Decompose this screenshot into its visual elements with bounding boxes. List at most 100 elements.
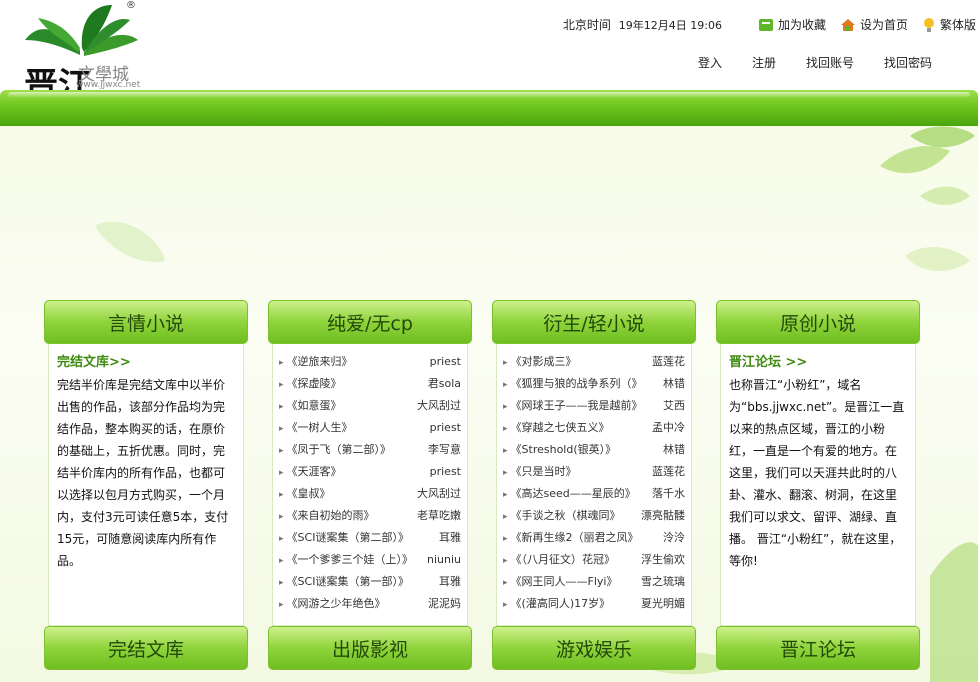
bookmark-icon bbox=[758, 18, 773, 31]
book-title[interactable]: 《狐狸与狼的战争系列（》 bbox=[503, 375, 643, 391]
book-title[interactable]: 《网球王子——我是越前》 bbox=[503, 397, 643, 413]
book-list-item[interactable]: 《新再生缘2（丽君之凤》 泠泠 bbox=[503, 526, 691, 548]
column-header[interactable]: 衍生/轻小说 bbox=[492, 300, 696, 344]
traditional-link[interactable]: 繁体版 bbox=[922, 16, 976, 33]
book-list-item[interactable]: 《一树人生》 priest bbox=[279, 416, 467, 438]
book-author[interactable]: 孟中冷 bbox=[652, 419, 685, 435]
logo-url: www.jjwxc.net bbox=[76, 80, 141, 90]
book-list-item[interactable]: 《探虚陵》 君sola bbox=[279, 372, 467, 394]
book-title[interactable]: 《SCI谜案集（第二部）》 bbox=[279, 529, 409, 545]
book-author[interactable]: 林错 bbox=[663, 375, 685, 391]
book-author[interactable]: niuniu bbox=[427, 553, 461, 566]
book-list-item[interactable]: 《SCI谜案集（第二部）》 耳雅 bbox=[279, 526, 467, 548]
book-list-item[interactable]: 《逆旅来归》 priest bbox=[279, 350, 467, 372]
book-title[interactable]: 《皇叔》 bbox=[279, 485, 331, 501]
recover-password-link[interactable]: 找回密码 bbox=[884, 54, 932, 71]
book-title[interactable]: 《只是当时》 bbox=[503, 463, 577, 479]
section-link[interactable]: 完结文库>> bbox=[57, 352, 235, 374]
book-title[interactable]: 《手谈之秋（棋魂同》 bbox=[503, 507, 621, 523]
book-title[interactable]: 《天涯客》 bbox=[279, 463, 342, 479]
set-home-link[interactable]: 设为首页 bbox=[840, 16, 908, 33]
register-link[interactable]: 注册 bbox=[752, 54, 776, 71]
column-body: 完结文库>> 完结半价库是完结文库中以半价出售的作品，该部分作品均为完结作品，整… bbox=[48, 344, 244, 626]
book-author[interactable]: 泠泠 bbox=[663, 529, 685, 545]
book-list-item[interactable]: 《Streshold(银英）》 林错 bbox=[503, 438, 691, 460]
registered-mark: ® bbox=[126, 0, 136, 11]
book-title[interactable]: 《逆旅来归》 bbox=[279, 353, 353, 369]
book-list-item[interactable]: 《穿越之七侠五义》 孟中冷 bbox=[503, 416, 691, 438]
book-author[interactable]: priest bbox=[430, 355, 461, 368]
book-author[interactable]: 落千水 bbox=[652, 485, 685, 501]
column-body: 晋江论坛 >> 也称晋江“小粉红”，域名为“bbs.jjwxc.net”。是晋江… bbox=[720, 344, 916, 626]
column-footer-button[interactable]: 完结文库 bbox=[44, 626, 248, 670]
book-title[interactable]: 《网王同人——Flyi》 bbox=[503, 573, 618, 589]
book-list-item[interactable]: 《皇叔》 大风刮过 bbox=[279, 482, 467, 504]
book-author[interactable]: 大风刮过 bbox=[417, 397, 461, 413]
book-title[interactable]: 《如意蛋》 bbox=[279, 397, 342, 413]
book-title[interactable]: 《对影成三》 bbox=[503, 353, 577, 369]
book-title[interactable]: 《来自初始的雨》 bbox=[279, 507, 375, 523]
book-title[interactable]: 《SCI谜案集（第一部）》 bbox=[279, 573, 409, 589]
home-icon bbox=[840, 18, 855, 31]
book-author[interactable]: priest bbox=[430, 465, 461, 478]
book-author[interactable]: priest bbox=[430, 421, 461, 434]
book-author[interactable]: 耳雅 bbox=[439, 573, 461, 589]
column-header[interactable]: 纯爱/无cp bbox=[268, 300, 472, 344]
book-list-item[interactable]: 《网王同人——Flyi》 雪之琉璃 bbox=[503, 570, 691, 592]
section-link[interactable]: 晋江论坛 >> bbox=[729, 352, 907, 374]
book-list-item[interactable]: 《如意蛋》 大风刮过 bbox=[279, 394, 467, 416]
book-title[interactable]: 《新再生缘2（丽君之凤》 bbox=[503, 529, 639, 545]
book-list-item[interactable]: 《天涯客》 priest bbox=[279, 460, 467, 482]
column-footer-button[interactable]: 出版影视 bbox=[268, 626, 472, 670]
book-author[interactable]: 夏光明媚 bbox=[641, 595, 685, 611]
book-list-item[interactable]: 《网球王子——我是越前》 艾西 bbox=[503, 394, 691, 416]
book-list-item[interactable]: 《（八月征文）花冠》 浮生偷欢 bbox=[503, 548, 691, 570]
book-list-item[interactable]: 《狐狸与狼的战争系列（》 林错 bbox=[503, 372, 691, 394]
book-list-item[interactable]: 《高达seed——星辰的》落千水 bbox=[503, 482, 691, 504]
book-title[interactable]: 《一树人生》 bbox=[279, 419, 353, 435]
column-romance: 言情小说 完结文库>> 完结半价库是完结文库中以半价出售的作品，该部分作品均为完… bbox=[44, 300, 248, 682]
book-list-item[interactable]: 《手谈之秋（棋魂同》 漂亮骷髅 bbox=[503, 504, 691, 526]
book-author[interactable]: 耳雅 bbox=[439, 529, 461, 545]
book-title[interactable]: 《凤于飞（第二部）》 bbox=[279, 441, 392, 457]
book-author[interactable]: 雪之琉璃 bbox=[641, 573, 685, 589]
column-bl: 纯爱/无cp 《逆旅来归》priest《探虚陵》君sola《如意蛋》大风刮过《一… bbox=[268, 300, 472, 682]
book-title[interactable]: 《穿越之七侠五义》 bbox=[503, 419, 610, 435]
book-list-item[interactable]: 《一个爹爹三个娃（上）》 niuniu bbox=[279, 548, 467, 570]
book-author[interactable]: 蓝莲花 bbox=[652, 353, 685, 369]
book-list-item[interactable]: 《凤于飞（第二部）》 李写意 bbox=[279, 438, 467, 460]
book-title[interactable]: 《（八月征文）花冠》 bbox=[503, 551, 616, 567]
book-author[interactable]: 漂亮骷髅 bbox=[641, 507, 685, 523]
column-header[interactable]: 言情小说 bbox=[44, 300, 248, 344]
book-title[interactable]: 《高达seed——星辰的》 bbox=[503, 485, 636, 501]
book-list-item[interactable]: 《只是当时》 蓝莲花 bbox=[503, 460, 691, 482]
book-title[interactable]: 《探虚陵》 bbox=[279, 375, 342, 391]
recover-account-link[interactable]: 找回账号 bbox=[806, 54, 854, 71]
book-author[interactable]: 蓝莲花 bbox=[652, 463, 685, 479]
column-header[interactable]: 原创小说 bbox=[716, 300, 920, 344]
book-author[interactable]: 浮生偷欢 bbox=[641, 551, 685, 567]
set-home-label: 设为首页 bbox=[859, 18, 908, 32]
book-author[interactable]: 大风刮过 bbox=[417, 485, 461, 501]
column-footer-button[interactable]: 游戏娱乐 bbox=[492, 626, 696, 670]
book-author[interactable]: 林错 bbox=[663, 441, 685, 457]
add-favorite-label: 加为收藏 bbox=[777, 18, 826, 32]
column-footer-button[interactable]: 晋江论坛 bbox=[716, 626, 920, 670]
book-author[interactable]: 李写意 bbox=[428, 441, 461, 457]
book-title[interactable]: 《一个爹爹三个娃（上）》 bbox=[279, 551, 414, 567]
book-title[interactable]: 《网游之少年绝色》 bbox=[279, 595, 386, 611]
book-title[interactable]: 《(灌高同人)17岁》 bbox=[503, 595, 611, 611]
book-list-item[interactable]: 《对影成三》 蓝莲花 bbox=[503, 350, 691, 372]
book-title[interactable]: 《Streshold(银英）》 bbox=[503, 441, 617, 457]
book-author[interactable]: 君sola bbox=[428, 375, 461, 391]
book-list-item[interactable]: 《来自初始的雨》 老草吃嫩 bbox=[279, 504, 467, 526]
book-author[interactable]: 老草吃嫩 bbox=[417, 507, 461, 523]
book-list-item[interactable]: 《SCI谜案集（第一部）》 耳雅 bbox=[279, 570, 467, 592]
login-link[interactable]: 登入 bbox=[698, 54, 722, 71]
add-favorite-link[interactable]: 加为收藏 bbox=[758, 16, 826, 33]
book-list-item[interactable]: 《(灌高同人)17岁》 夏光明媚 bbox=[503, 592, 691, 614]
book-list-item[interactable]: 《网游之少年绝色》 泥泥妈 bbox=[279, 592, 467, 614]
top-toolbar: 北京时间 19年12月4日 19:06 加为收藏 设为首页 繁体版 bbox=[563, 16, 976, 33]
book-author[interactable]: 艾西 bbox=[663, 397, 685, 413]
book-author[interactable]: 泥泥妈 bbox=[428, 595, 461, 611]
